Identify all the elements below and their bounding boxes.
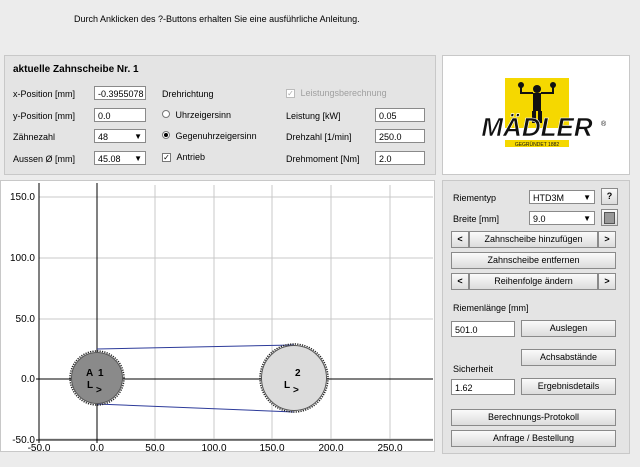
- x-tick-label: 150.0: [259, 443, 284, 453]
- logo-tagline: GEGRÜNDET 1882: [515, 141, 560, 148]
- pulley-1-letter-l: L: [87, 380, 93, 391]
- help-hint-text: Durch Anklicken des ?-Buttons erhalten S…: [74, 14, 360, 24]
- plot-canvas: 150.0 100.0 50.0 0.0 -50.0 -50.0 0.0 50.…: [10, 183, 433, 453]
- x-position-input[interactable]: -0.3955078: [94, 86, 146, 100]
- outer-diameter-select[interactable]: 45.08 ▼: [94, 151, 146, 165]
- x-position-label: x-Position [mm]: [13, 89, 76, 99]
- belt-length-label: Riemenlänge [mm]: [453, 303, 529, 313]
- panel-title: aktuelle Zahnscheibe Nr. 1: [13, 64, 139, 75]
- pulley-2[interactable]: 2 L >: [259, 343, 329, 413]
- clockwise-label: Uhrzeigersinn: [175, 110, 232, 120]
- logo-registered: ®: [601, 120, 607, 128]
- change-order-button[interactable]: Reihenfolge ändern: [469, 273, 598, 290]
- belt-length-input[interactable]: 501.0: [451, 321, 515, 337]
- previous-pulley-button[interactable]: <: [451, 231, 469, 248]
- checkmark-icon: ✓: [162, 153, 171, 162]
- belt-lower-span: [96, 403, 295, 413]
- torque-label: Drehmoment [Nm]: [286, 154, 360, 164]
- order-previous-button[interactable]: <: [451, 273, 469, 290]
- pulley-1-letter-a: A: [86, 368, 93, 379]
- teeth-count-label: Zähnezahl: [13, 132, 56, 142]
- power-calculation-label: Leistungsberechnung: [300, 88, 387, 98]
- power-label: Leistung [kW]: [286, 111, 341, 121]
- inquiry-order-button[interactable]: Anfrage / Bestellung: [451, 430, 616, 447]
- next-pulley-button[interactable]: >: [598, 231, 616, 248]
- drive-checkbox[interactable]: ✓ Antrieb: [162, 152, 205, 162]
- x-tick-label: 250.0: [377, 443, 402, 453]
- y-tick-label: 0.0: [21, 374, 35, 385]
- radio-icon: [162, 110, 170, 118]
- rotation-direction-label: Drehrichtung: [162, 89, 214, 99]
- center-distances-button[interactable]: Achsabstände: [521, 349, 616, 366]
- results-details-button[interactable]: Ergebnisdetails: [521, 378, 616, 395]
- pulley-2-letter-l: L: [284, 380, 290, 391]
- belt-control-panel: Riementyp HTD3M ▼ ? Breite [mm] 9.0 ▼ < …: [442, 180, 630, 454]
- pulley-1-arrow: >: [96, 385, 102, 396]
- chevron-down-icon: ▼: [583, 193, 591, 202]
- help-button[interactable]: ?: [601, 188, 618, 205]
- pulley-1-number: 1: [98, 368, 104, 379]
- logo-box: MÄDLER ® GEGRÜNDET 1882: [442, 55, 630, 175]
- design-button[interactable]: Auslegen: [521, 320, 616, 337]
- x-tick-label: 50.0: [145, 443, 165, 453]
- safety-label: Sicherheit: [453, 364, 494, 374]
- remove-pulley-button[interactable]: Zahnscheibe entfernen: [451, 252, 616, 269]
- calculator-icon: [604, 212, 615, 224]
- clockwise-radio[interactable]: Uhrzeigersinn: [162, 110, 231, 120]
- x-tick-label: 100.0: [201, 443, 226, 453]
- add-pulley-button[interactable]: Zahnscheibe hinzufügen: [469, 231, 598, 248]
- width-select[interactable]: 9.0 ▼: [529, 211, 595, 225]
- width-label: Breite [mm]: [453, 214, 500, 224]
- y-tick-label: 150.0: [10, 192, 35, 203]
- x-tick-label: -50.0: [28, 443, 51, 453]
- radio-selected-icon: [162, 131, 170, 139]
- pulley-2-body: [261, 345, 327, 411]
- chevron-down-icon: ▼: [134, 154, 142, 163]
- pulley-1[interactable]: A 1 L >: [69, 350, 125, 406]
- calculation-protocol-button[interactable]: Berechnungs-Protokoll: [451, 409, 616, 426]
- y-tick-label: 50.0: [16, 314, 36, 325]
- y-position-label: y-Position [mm]: [13, 111, 76, 121]
- chevron-down-icon: ▼: [583, 214, 591, 223]
- pulley-settings-panel: aktuelle Zahnscheibe Nr. 1 x-Position [m…: [4, 55, 436, 175]
- logo-brand: MÄDLER: [481, 112, 592, 142]
- chevron-down-icon: ▼: [134, 132, 142, 141]
- outer-diameter-label: Aussen Ø [mm]: [13, 154, 76, 164]
- teeth-count-select[interactable]: 48 ▼: [94, 129, 146, 143]
- maedler-logo: MÄDLER ® GEGRÜNDET 1882: [481, 78, 607, 148]
- belt-layout-plot[interactable]: 150.0 100.0 50.0 0.0 -50.0 -50.0 0.0 50.…: [0, 180, 435, 453]
- counterclockwise-radio[interactable]: Gegenuhrzeigersinn: [162, 131, 257, 141]
- belt-type-value: HTD3M: [533, 193, 564, 203]
- power-input[interactable]: 0.05: [375, 108, 425, 122]
- belt-type-select[interactable]: HTD3M ▼: [529, 190, 595, 204]
- teeth-count-value: 48: [98, 132, 109, 142]
- power-calculation-checkbox[interactable]: ✓ Leistungsberechnung: [286, 88, 387, 98]
- x-tick-label: 200.0: [318, 443, 343, 453]
- speed-input[interactable]: 250.0: [375, 129, 425, 143]
- speed-label: Drehzahl [1/min]: [286, 132, 352, 142]
- order-next-button[interactable]: >: [598, 273, 616, 290]
- belt-upper-span: [96, 344, 295, 350]
- drive-label: Antrieb: [176, 152, 206, 162]
- pulley-2-number: 2: [295, 368, 301, 379]
- calculator-button[interactable]: [601, 209, 618, 226]
- belt-type-label: Riementyp: [453, 193, 497, 203]
- outer-diameter-value: 45.08: [98, 154, 121, 164]
- safety-input[interactable]: 1.62: [451, 379, 515, 395]
- y-tick-label: 100.0: [10, 253, 35, 264]
- counterclockwise-label: Gegenuhrzeigersinn: [175, 131, 257, 141]
- pulley-2-arrow: >: [293, 385, 299, 396]
- x-tick-label: 0.0: [90, 443, 104, 453]
- width-value: 9.0: [533, 214, 546, 224]
- checkmark-icon: ✓: [286, 89, 295, 98]
- y-position-input[interactable]: 0.0: [94, 108, 146, 122]
- torque-input[interactable]: 2.0: [375, 151, 425, 165]
